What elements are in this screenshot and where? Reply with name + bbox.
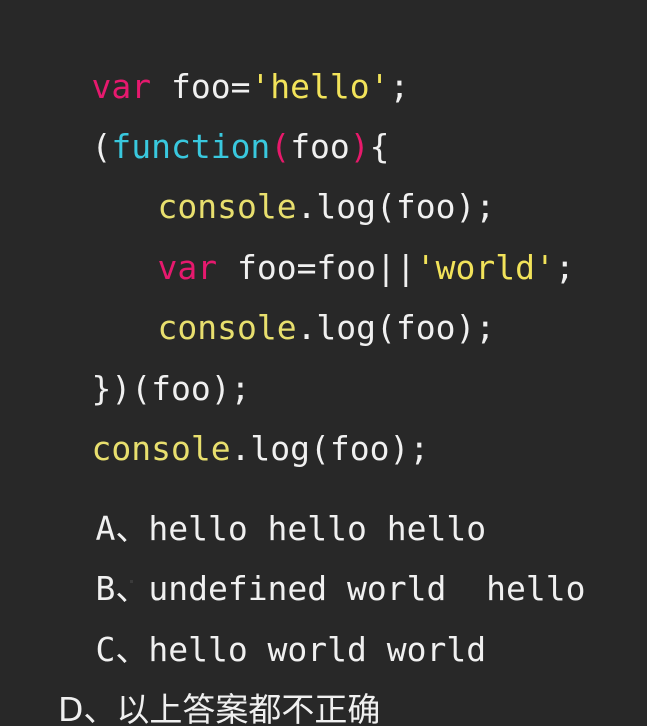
code-line-6: })(foo); — [12, 329, 250, 408]
code-line-1: var foo='hello'; — [12, 27, 409, 106]
option-d-label: D、以上答案都不正确 — [57, 690, 381, 726]
code-line-7: console.log(foo); — [12, 389, 429, 468]
code-line-2: (function(foo){ — [12, 87, 389, 166]
option-a: A、hello hello hello — [16, 469, 486, 548]
option-b: B、undefined world hello — [16, 529, 585, 608]
code-line-3: console.log(foo); — [78, 147, 495, 226]
code-text: .log(foo); — [296, 308, 496, 347]
code-quiz-screen: var foo='hello'; (function(foo){ console… — [0, 0, 647, 726]
semicolon: ; — [389, 67, 410, 106]
option-c: C、hello world world — [16, 590, 486, 669]
code-text: .log(foo); — [230, 429, 430, 468]
artifact-dot — [130, 580, 133, 583]
semicolon: ; — [554, 248, 575, 287]
code-line-5: console.log(foo); — [78, 268, 495, 347]
console-object: console — [91, 429, 231, 468]
option-d: D、以上答案都不正确 — [16, 650, 380, 726]
code-line-4: var foo=foo||'world'; — [78, 208, 574, 287]
